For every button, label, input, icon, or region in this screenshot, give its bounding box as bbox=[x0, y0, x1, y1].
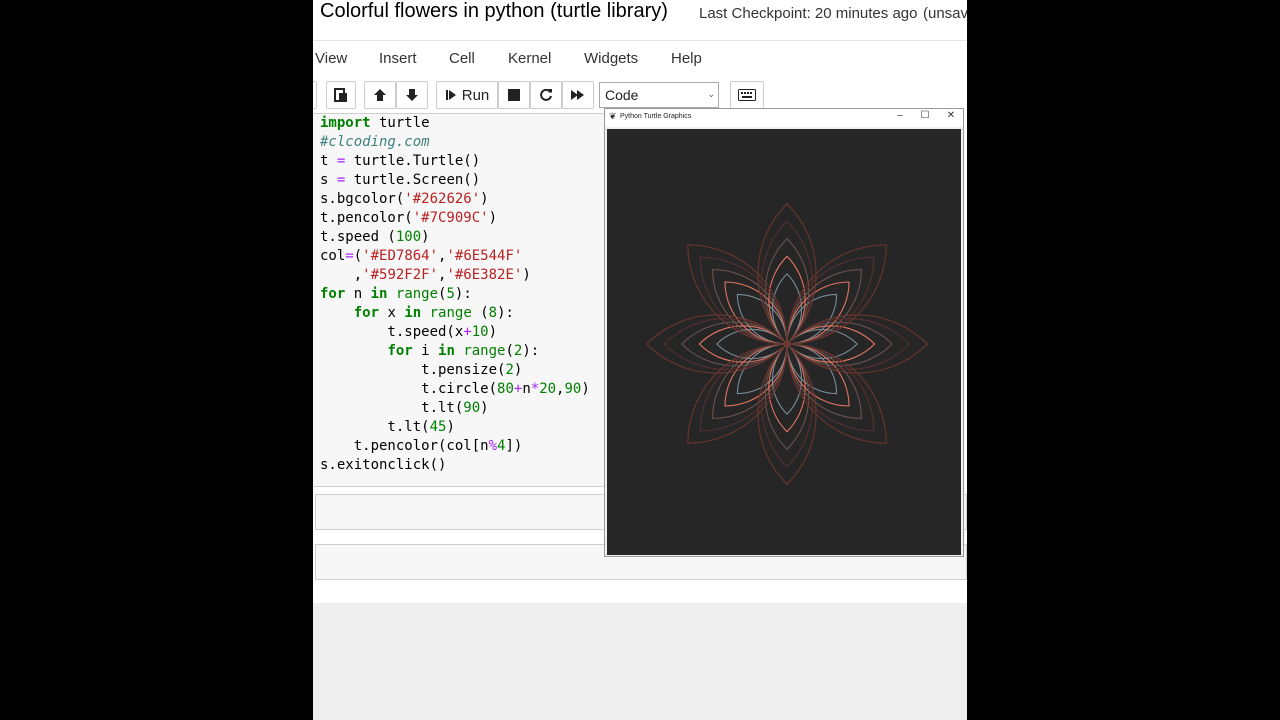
paste-icon bbox=[334, 88, 347, 102]
code-cell[interactable]: import turtle #clcoding.com t = turtle.T… bbox=[313, 113, 614, 487]
turtle-graphics-window[interactable]: ❦ Python Turtle Graphics – ☐ ✕ bbox=[604, 108, 964, 557]
flower-petal bbox=[786, 343, 862, 419]
flower-petal bbox=[786, 325, 876, 363]
flower-petal bbox=[699, 343, 788, 432]
command-palette-button[interactable] bbox=[730, 81, 764, 109]
notebook-title[interactable]: Colorful flowers in python (turtle libra… bbox=[320, 0, 668, 23]
code-editor[interactable]: import turtle #clcoding.com t = turtle.T… bbox=[320, 114, 590, 475]
run-icon bbox=[445, 90, 456, 100]
menu-insert[interactable]: Insert bbox=[379, 50, 417, 67]
cell-type-value: Code bbox=[605, 87, 639, 103]
menu-bar: View Insert Cell Kernel Widgets Help bbox=[313, 40, 967, 78]
flower-petal bbox=[699, 256, 788, 345]
keyboard-icon bbox=[738, 89, 756, 101]
flower-petal bbox=[724, 281, 788, 345]
flower-petal bbox=[724, 343, 788, 407]
flower-petal bbox=[712, 343, 788, 419]
flower-petal bbox=[786, 269, 862, 345]
window-title: Python Turtle Graphics bbox=[620, 113, 692, 120]
flower-petal bbox=[768, 343, 806, 433]
flower-petal bbox=[786, 343, 850, 407]
run-button-label: Run bbox=[461, 86, 490, 104]
restart-icon bbox=[540, 88, 552, 101]
close-icon[interactable]: ✕ bbox=[944, 110, 958, 121]
move-down-button[interactable] bbox=[396, 81, 428, 109]
flower-petal bbox=[786, 281, 850, 345]
turtle-canvas[interactable] bbox=[607, 129, 961, 555]
menu-widgets[interactable]: Widgets bbox=[584, 50, 638, 67]
paste-button[interactable] bbox=[326, 81, 356, 109]
menu-cell[interactable]: Cell bbox=[449, 50, 475, 67]
minimize-icon[interactable]: – bbox=[893, 110, 907, 121]
fast-forward-icon bbox=[571, 90, 584, 100]
flower-petal bbox=[712, 269, 788, 345]
feather-icon: ❦ bbox=[609, 111, 617, 121]
flower-petal bbox=[768, 255, 806, 345]
flower-petal bbox=[698, 325, 788, 363]
arrow-down-icon bbox=[406, 89, 418, 101]
save-button[interactable] bbox=[313, 81, 317, 109]
autosave-status: (unsaved changes) bbox=[923, 5, 967, 22]
menu-view[interactable]: View bbox=[315, 50, 347, 67]
notebook-header: Colorful flowers in python (turtle libra… bbox=[313, 0, 967, 40]
chevron-down-icon: ⌄ bbox=[707, 89, 715, 99]
interrupt-button[interactable] bbox=[498, 81, 530, 109]
maximize-icon[interactable]: ☐ bbox=[918, 110, 932, 121]
move-up-button[interactable] bbox=[364, 81, 396, 109]
checkpoint-status: Last Checkpoint: 20 minutes ago bbox=[699, 5, 918, 22]
flower-drawing bbox=[645, 202, 929, 486]
flower-petal bbox=[786, 343, 875, 432]
arrow-up-icon bbox=[374, 89, 386, 101]
run-button[interactable]: Run bbox=[436, 81, 498, 109]
menu-kernel[interactable]: Kernel bbox=[508, 50, 551, 67]
stop-icon bbox=[508, 89, 520, 101]
cell-type-select[interactable]: Code ⌄ bbox=[599, 82, 719, 108]
restart-run-all-button[interactable] bbox=[562, 81, 594, 109]
menu-help[interactable]: Help bbox=[671, 50, 702, 67]
window-titlebar[interactable]: ❦ Python Turtle Graphics – ☐ ✕ bbox=[605, 109, 963, 127]
flower-petal bbox=[786, 256, 875, 345]
restart-button[interactable] bbox=[530, 81, 562, 109]
